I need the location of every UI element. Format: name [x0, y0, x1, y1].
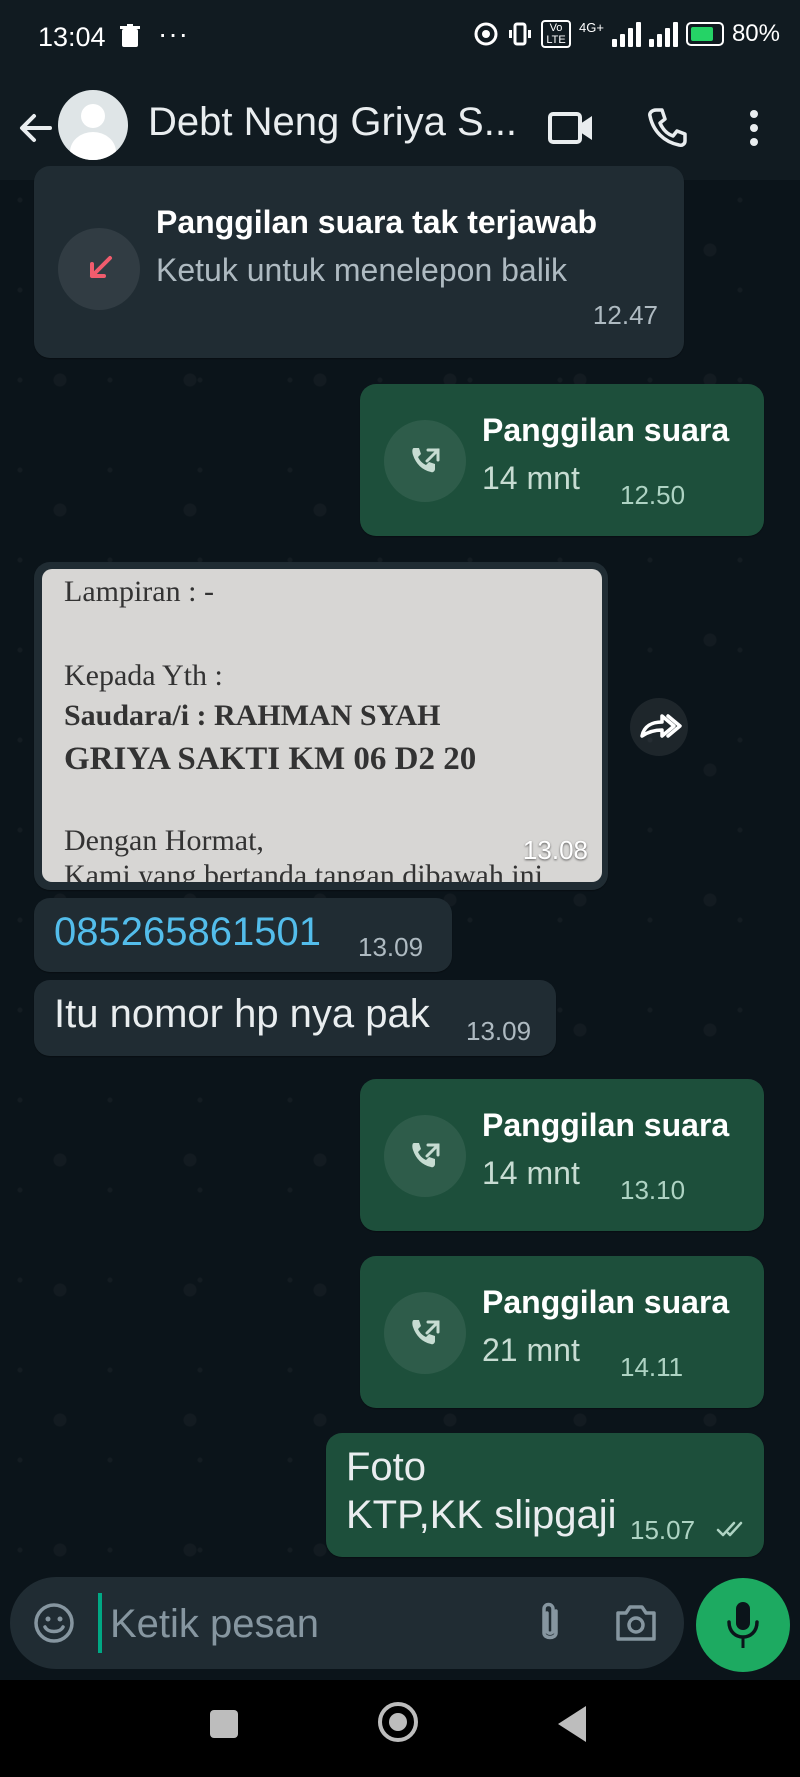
- missed-call-message[interactable]: Panggilan suara tak terjawab Ketuk untuk…: [34, 166, 684, 358]
- battery-icon: [685, 22, 724, 46]
- signal-icon-1: [611, 21, 641, 47]
- vibrate-icon: [509, 22, 532, 46]
- text-message[interactable]: Itu nomor hp nya pak 13.09: [34, 980, 556, 1056]
- photo-text-line: Lampiran : -: [64, 575, 214, 608]
- photo-text-line: GRIYA SAKTI KM 06 D2 20: [64, 741, 477, 777]
- message-time: 14.11: [620, 1352, 684, 1382]
- camera-icon[interactable]: [614, 1603, 658, 1643]
- network-type: 4G+: [579, 20, 604, 35]
- call-icon-circle: [384, 1115, 466, 1197]
- phone-number-message[interactable]: 085265861501 13.09: [34, 898, 452, 972]
- call-title: Panggilan suara: [482, 1284, 730, 1320]
- phone-number-link[interactable]: 085265861501: [54, 910, 321, 955]
- voice-call-message[interactable]: Panggilan suara 14 mnt 12.50: [360, 384, 764, 536]
- home-button[interactable]: [378, 1702, 418, 1742]
- call-title: Panggilan suara: [482, 412, 730, 448]
- missed-call-title: Panggilan suara tak terjawab: [156, 204, 598, 240]
- text-caret: [98, 1593, 102, 1653]
- chat-header: Debt Neng Griya S...: [0, 78, 800, 180]
- outgoing-call-icon: [412, 448, 440, 473]
- message-time: 13.09: [358, 932, 424, 962]
- chat-title[interactable]: Debt Neng Griya S...: [148, 100, 517, 145]
- call-duration: 14 mnt: [482, 1155, 580, 1191]
- voice-call-message[interactable]: Panggilan suara 21 mnt 14.11: [360, 1256, 764, 1408]
- attach-icon[interactable]: [530, 1599, 570, 1647]
- forward-button[interactable]: [630, 698, 688, 756]
- outgoing-call-icon: [412, 1143, 440, 1168]
- missed-call-icon: [90, 256, 112, 278]
- photo-text-line: Saudara/i : RAHMAN SYAH: [64, 699, 441, 732]
- message-time: 12.47: [592, 300, 658, 330]
- call-duration: 14 mnt: [482, 460, 580, 496]
- back-arrow-icon[interactable]: [14, 106, 58, 150]
- voice-call-icon[interactable]: [646, 106, 688, 148]
- photo-text-line: Kami yang bertanda tangan dibawah ini: [64, 859, 544, 882]
- voice-call-message[interactable]: Panggilan suara 14 mnt 13.10: [360, 1079, 764, 1231]
- message-time: 13.09: [466, 1016, 532, 1046]
- missed-call-icon-circle: [58, 228, 140, 310]
- emoji-icon[interactable]: [32, 1601, 76, 1645]
- message-text-line2: KTP,KK slipgaji: [346, 1493, 617, 1537]
- status-time: 13:04: [38, 22, 106, 52]
- back-button[interactable]: [558, 1706, 586, 1742]
- message-composer: [10, 1577, 684, 1669]
- call-duration: 21 mnt: [482, 1332, 580, 1368]
- signal-icon-2: [648, 21, 678, 47]
- forward-icon: [640, 714, 682, 738]
- microphone-icon: [727, 1602, 759, 1648]
- voice-record-button[interactable]: [696, 1578, 790, 1672]
- message-time: 15.07: [630, 1515, 696, 1545]
- status-bar: 13:04 ··· Vo LTE 4G+ 80%: [0, 0, 800, 78]
- call-icon-circle: [384, 1292, 466, 1374]
- photo-text-line: Dengan Hormat,: [64, 824, 264, 857]
- recent-apps-button[interactable]: [210, 1710, 238, 1738]
- hotspot-icon: [474, 22, 498, 46]
- photo-letter-image[interactable]: Lampiran : - Kepada Yth : Saudara/i : RA…: [42, 569, 602, 882]
- call-icon-circle: [384, 420, 466, 502]
- read-receipt-icon: [716, 1521, 743, 1537]
- status-icons: Vo LTE 4G+ 80%: [473, 20, 780, 48]
- video-call-icon[interactable]: [548, 110, 594, 146]
- photo-text-line: Kepada Yth :: [64, 659, 223, 692]
- missed-call-subtitle: Ketuk untuk menelepon balik: [156, 252, 567, 288]
- message-input[interactable]: [108, 1591, 512, 1657]
- trash-icon: [120, 24, 140, 47]
- call-title: Panggilan suara: [482, 1107, 730, 1143]
- battery-level: 80%: [731, 20, 780, 47]
- text-message[interactable]: Foto KTP,KK slipgaji 15.07: [326, 1433, 764, 1557]
- message-time: 13.10: [620, 1175, 686, 1205]
- message-time: 13.08: [522, 835, 588, 865]
- more-notifications-icon: ···: [158, 18, 189, 49]
- message-text-line1: Foto: [346, 1445, 427, 1489]
- overflow-menu-icon[interactable]: [744, 106, 764, 150]
- outgoing-call-icon: [412, 1320, 440, 1345]
- message-text: Itu nomor hp nya pak: [54, 992, 430, 1036]
- volte-badge: Vo LTE: [541, 20, 572, 48]
- message-time: 12.50: [620, 480, 686, 510]
- avatar[interactable]: [58, 90, 128, 160]
- system-navigation-bar: [0, 1680, 800, 1777]
